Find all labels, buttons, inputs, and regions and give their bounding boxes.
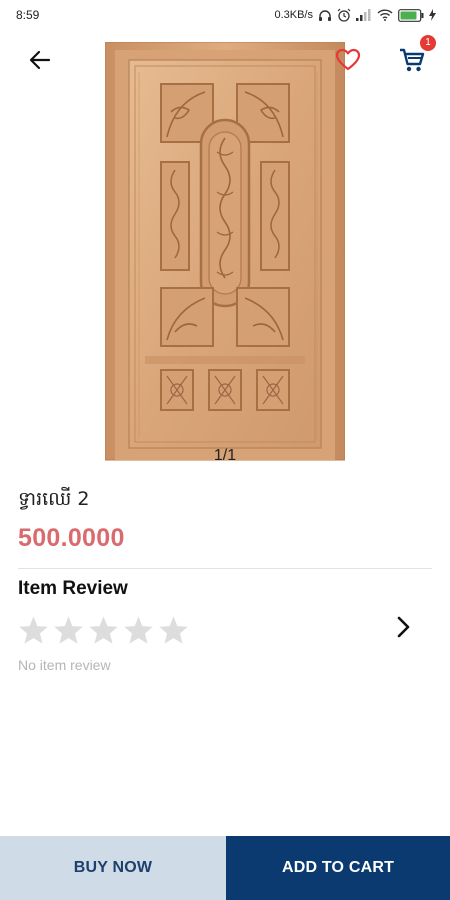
status-time: 8:59 — [16, 8, 40, 22]
item-review-heading: Item Review — [18, 578, 128, 599]
add-to-cart-button[interactable]: ADD TO CART — [226, 836, 450, 900]
wifi-icon — [377, 9, 393, 21]
star-icon — [89, 616, 118, 644]
battery-icon — [398, 8, 424, 22]
product-price: 500.0000 — [18, 524, 125, 552]
charging-icon — [429, 9, 436, 21]
image-counter: 1/1 — [213, 447, 237, 464]
product-title: ទ្វារឈើ 2 — [18, 488, 90, 510]
arrow-left-icon — [29, 50, 51, 70]
alarm-icon — [337, 8, 351, 22]
bottom-action-bar: BUY NOW ADD TO CART — [0, 836, 450, 900]
chevron-right-icon — [397, 616, 410, 638]
signal-icon — [356, 9, 371, 21]
star-icon — [159, 616, 188, 644]
star-icon — [124, 616, 153, 644]
status-bar: 8:59 0.3KB/s — [0, 0, 450, 30]
product-image — [105, 42, 345, 461]
headphones-icon — [319, 9, 331, 21]
star-icon — [19, 616, 48, 644]
buy-now-button[interactable]: BUY NOW — [0, 836, 226, 900]
star-rating[interactable] — [18, 615, 189, 645]
no-review-text: No item review — [18, 657, 111, 673]
star-icon — [54, 616, 83, 644]
favorite-button[interactable] — [334, 46, 362, 74]
divider — [18, 568, 432, 569]
heart-outline-icon — [335, 48, 361, 71]
back-button[interactable] — [26, 46, 54, 74]
review-details-button[interactable] — [390, 612, 416, 642]
cart-count-badge: 1 — [420, 35, 436, 51]
network-speed: 0.3KB/s — [274, 9, 313, 21]
status-icons: 0.3KB/s — [274, 8, 436, 22]
